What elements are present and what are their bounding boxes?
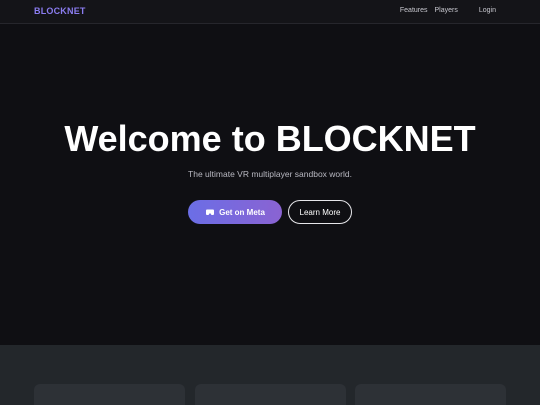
feature-card [355,384,506,405]
nav-link-features[interactable]: Features [400,7,428,14]
feature-card [195,384,346,405]
get-on-meta-button[interactable]: Get on Meta [188,200,282,224]
feature-card [34,384,185,405]
learn-more-label: Learn More [299,207,341,217]
hero-subtitle: The ultimate VR multiplayer sandbox worl… [188,169,352,179]
brand-logo[interactable]: BLOCKNET [34,6,86,16]
navbar: BLOCKNET Features Players Login [0,0,540,24]
get-on-meta-label: Get on Meta [219,207,265,217]
learn-more-button[interactable]: Learn More [288,200,352,224]
hero-title: Welcome to BLOCKNET [64,118,476,159]
features-section [0,345,540,405]
nav-links: Features Players Login [400,7,496,14]
hero-section: Welcome to BLOCKNET The ultimate VR mult… [0,25,540,345]
page: BLOCKNET Features Players Login Welcome … [0,0,540,405]
nav-link-players[interactable]: Players [435,7,458,14]
vr-headset-icon [205,209,215,216]
nav-link-login[interactable]: Login [479,7,496,14]
